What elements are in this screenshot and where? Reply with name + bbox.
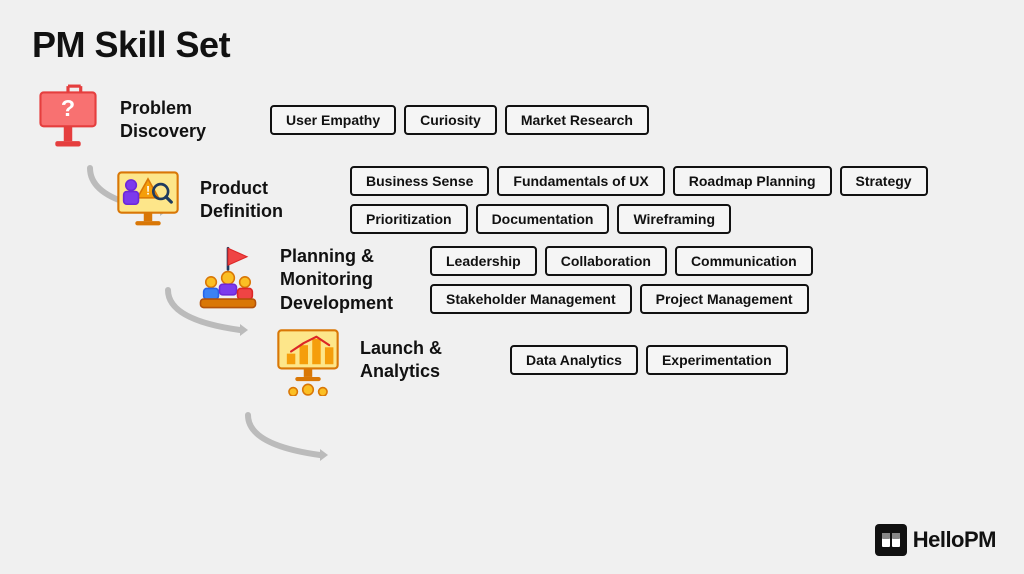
logo-icon-svg — [880, 529, 902, 551]
hellopm-logo: HelloPM — [875, 524, 996, 556]
launch-analytics-label: Launch &Analytics — [360, 337, 490, 384]
planning-monitoring-label: Planning &MonitoringDevelopment — [280, 245, 410, 315]
tag-curiosity: Curiosity — [404, 105, 497, 135]
row-launch-analytics: Launch &Analytics Data Analytics Experim… — [32, 324, 992, 396]
page-title: PM Skill Set — [32, 24, 992, 66]
problem-discovery-tags: User Empathy Curiosity Market Research — [270, 105, 992, 135]
svg-text:?: ? — [61, 95, 75, 121]
tag-communication: Communication — [675, 246, 813, 276]
planning-icon-svg — [192, 244, 264, 316]
row-planning-monitoring: Planning &MonitoringDevelopment Leadersh… — [32, 244, 992, 316]
tag-wireframing: Wireframing — [617, 204, 731, 234]
tag-roadmap-planning: Roadmap Planning — [673, 166, 832, 196]
tag-business-sense: Business Sense — [350, 166, 489, 196]
launch-analytics-icon — [272, 324, 344, 396]
product-definition-tags: Business Sense Fundamentals of UX Roadma… — [350, 166, 992, 234]
svg-text:!: ! — [146, 185, 150, 198]
tag-strategy: Strategy — [840, 166, 928, 196]
tag-stakeholder-management: Stakeholder Management — [430, 284, 632, 314]
tag-collaboration: Collaboration — [545, 246, 667, 276]
row-product-definition: ! ProductDefinition Business Sense Funda… — [32, 164, 992, 236]
tag-prioritization: Prioritization — [350, 204, 468, 234]
launch-analytics-tags: Data Analytics Experimentation — [510, 345, 992, 375]
planning-monitoring-tags: Leadership Collaboration Communication S… — [430, 246, 992, 314]
logo-icon — [875, 524, 907, 556]
tag-market-research: Market Research — [505, 105, 649, 135]
tag-experimentation: Experimentation — [646, 345, 788, 375]
logo-text: HelloPM — [913, 527, 996, 553]
planning-monitoring-icon — [192, 244, 264, 316]
launch-icon-svg — [272, 324, 344, 396]
tag-user-empathy: User Empathy — [270, 105, 396, 135]
problem-discovery-label: ProblemDiscovery — [120, 97, 250, 144]
problem-discovery-icon: ? — [32, 84, 104, 156]
definition-icon-svg: ! — [112, 164, 184, 236]
rows-wrapper: ? ProblemDiscovery User Empathy Curiosit… — [32, 84, 992, 404]
tag-leadership: Leadership — [430, 246, 537, 276]
product-definition-label: ProductDefinition — [200, 177, 330, 224]
product-definition-icon: ! — [112, 164, 184, 236]
problem-icon-svg: ? — [32, 84, 104, 156]
tag-fundamentals-ux: Fundamentals of UX — [497, 166, 664, 196]
tag-documentation: Documentation — [476, 204, 610, 234]
main-container: PM Skill Set ? — [0, 0, 1024, 574]
tag-data-analytics: Data Analytics — [510, 345, 638, 375]
tag-project-management: Project Management — [640, 284, 809, 314]
row-problem-discovery: ? ProblemDiscovery User Empathy Curiosit… — [32, 84, 992, 156]
